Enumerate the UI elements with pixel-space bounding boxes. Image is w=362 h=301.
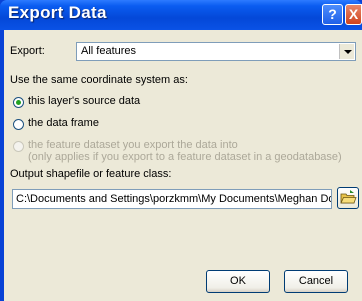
coordinate-system-heading: Use the same coordinate system as: — [10, 74, 188, 86]
dropdown-arrow-icon[interactable] — [339, 44, 354, 59]
ok-button[interactable]: OK — [206, 270, 270, 293]
export-dropdown[interactable]: All features — [76, 42, 356, 61]
output-label: Output shapefile or feature class: — [10, 168, 172, 180]
radio-data-frame[interactable] — [13, 119, 24, 130]
title-bar[interactable]: Export Data ? X — [0, 0, 362, 30]
radio-feature-dataset-label: the feature dataset you export the data … — [28, 139, 238, 151]
browse-button[interactable] — [337, 187, 359, 209]
cancel-button[interactable]: Cancel — [284, 270, 348, 293]
radio-source-data[interactable] — [13, 97, 24, 108]
radio-source-data-label[interactable]: this layer's source data — [28, 95, 140, 107]
output-path-value: C:\Documents and Settings\porzkmm\My Doc… — [16, 193, 332, 205]
help-button[interactable]: ? — [322, 4, 343, 25]
output-path-field[interactable]: C:\Documents and Settings\porzkmm\My Doc… — [12, 189, 332, 209]
close-button[interactable]: X — [345, 4, 362, 25]
export-selected-value: All features — [81, 45, 137, 57]
radio-data-frame-label[interactable]: the data frame — [28, 117, 99, 129]
dialog-title: Export Data — [8, 3, 107, 22]
dialog-body: Export: All features Use the same coordi… — [4, 30, 362, 301]
open-folder-icon — [340, 190, 357, 204]
export-data-dialog: Export Data ? X Export: All features Use… — [0, 0, 362, 301]
export-label: Export: — [10, 45, 45, 57]
radio-feature-dataset-note: (only applies if you export to a feature… — [28, 151, 342, 163]
radio-feature-dataset — [13, 141, 24, 152]
